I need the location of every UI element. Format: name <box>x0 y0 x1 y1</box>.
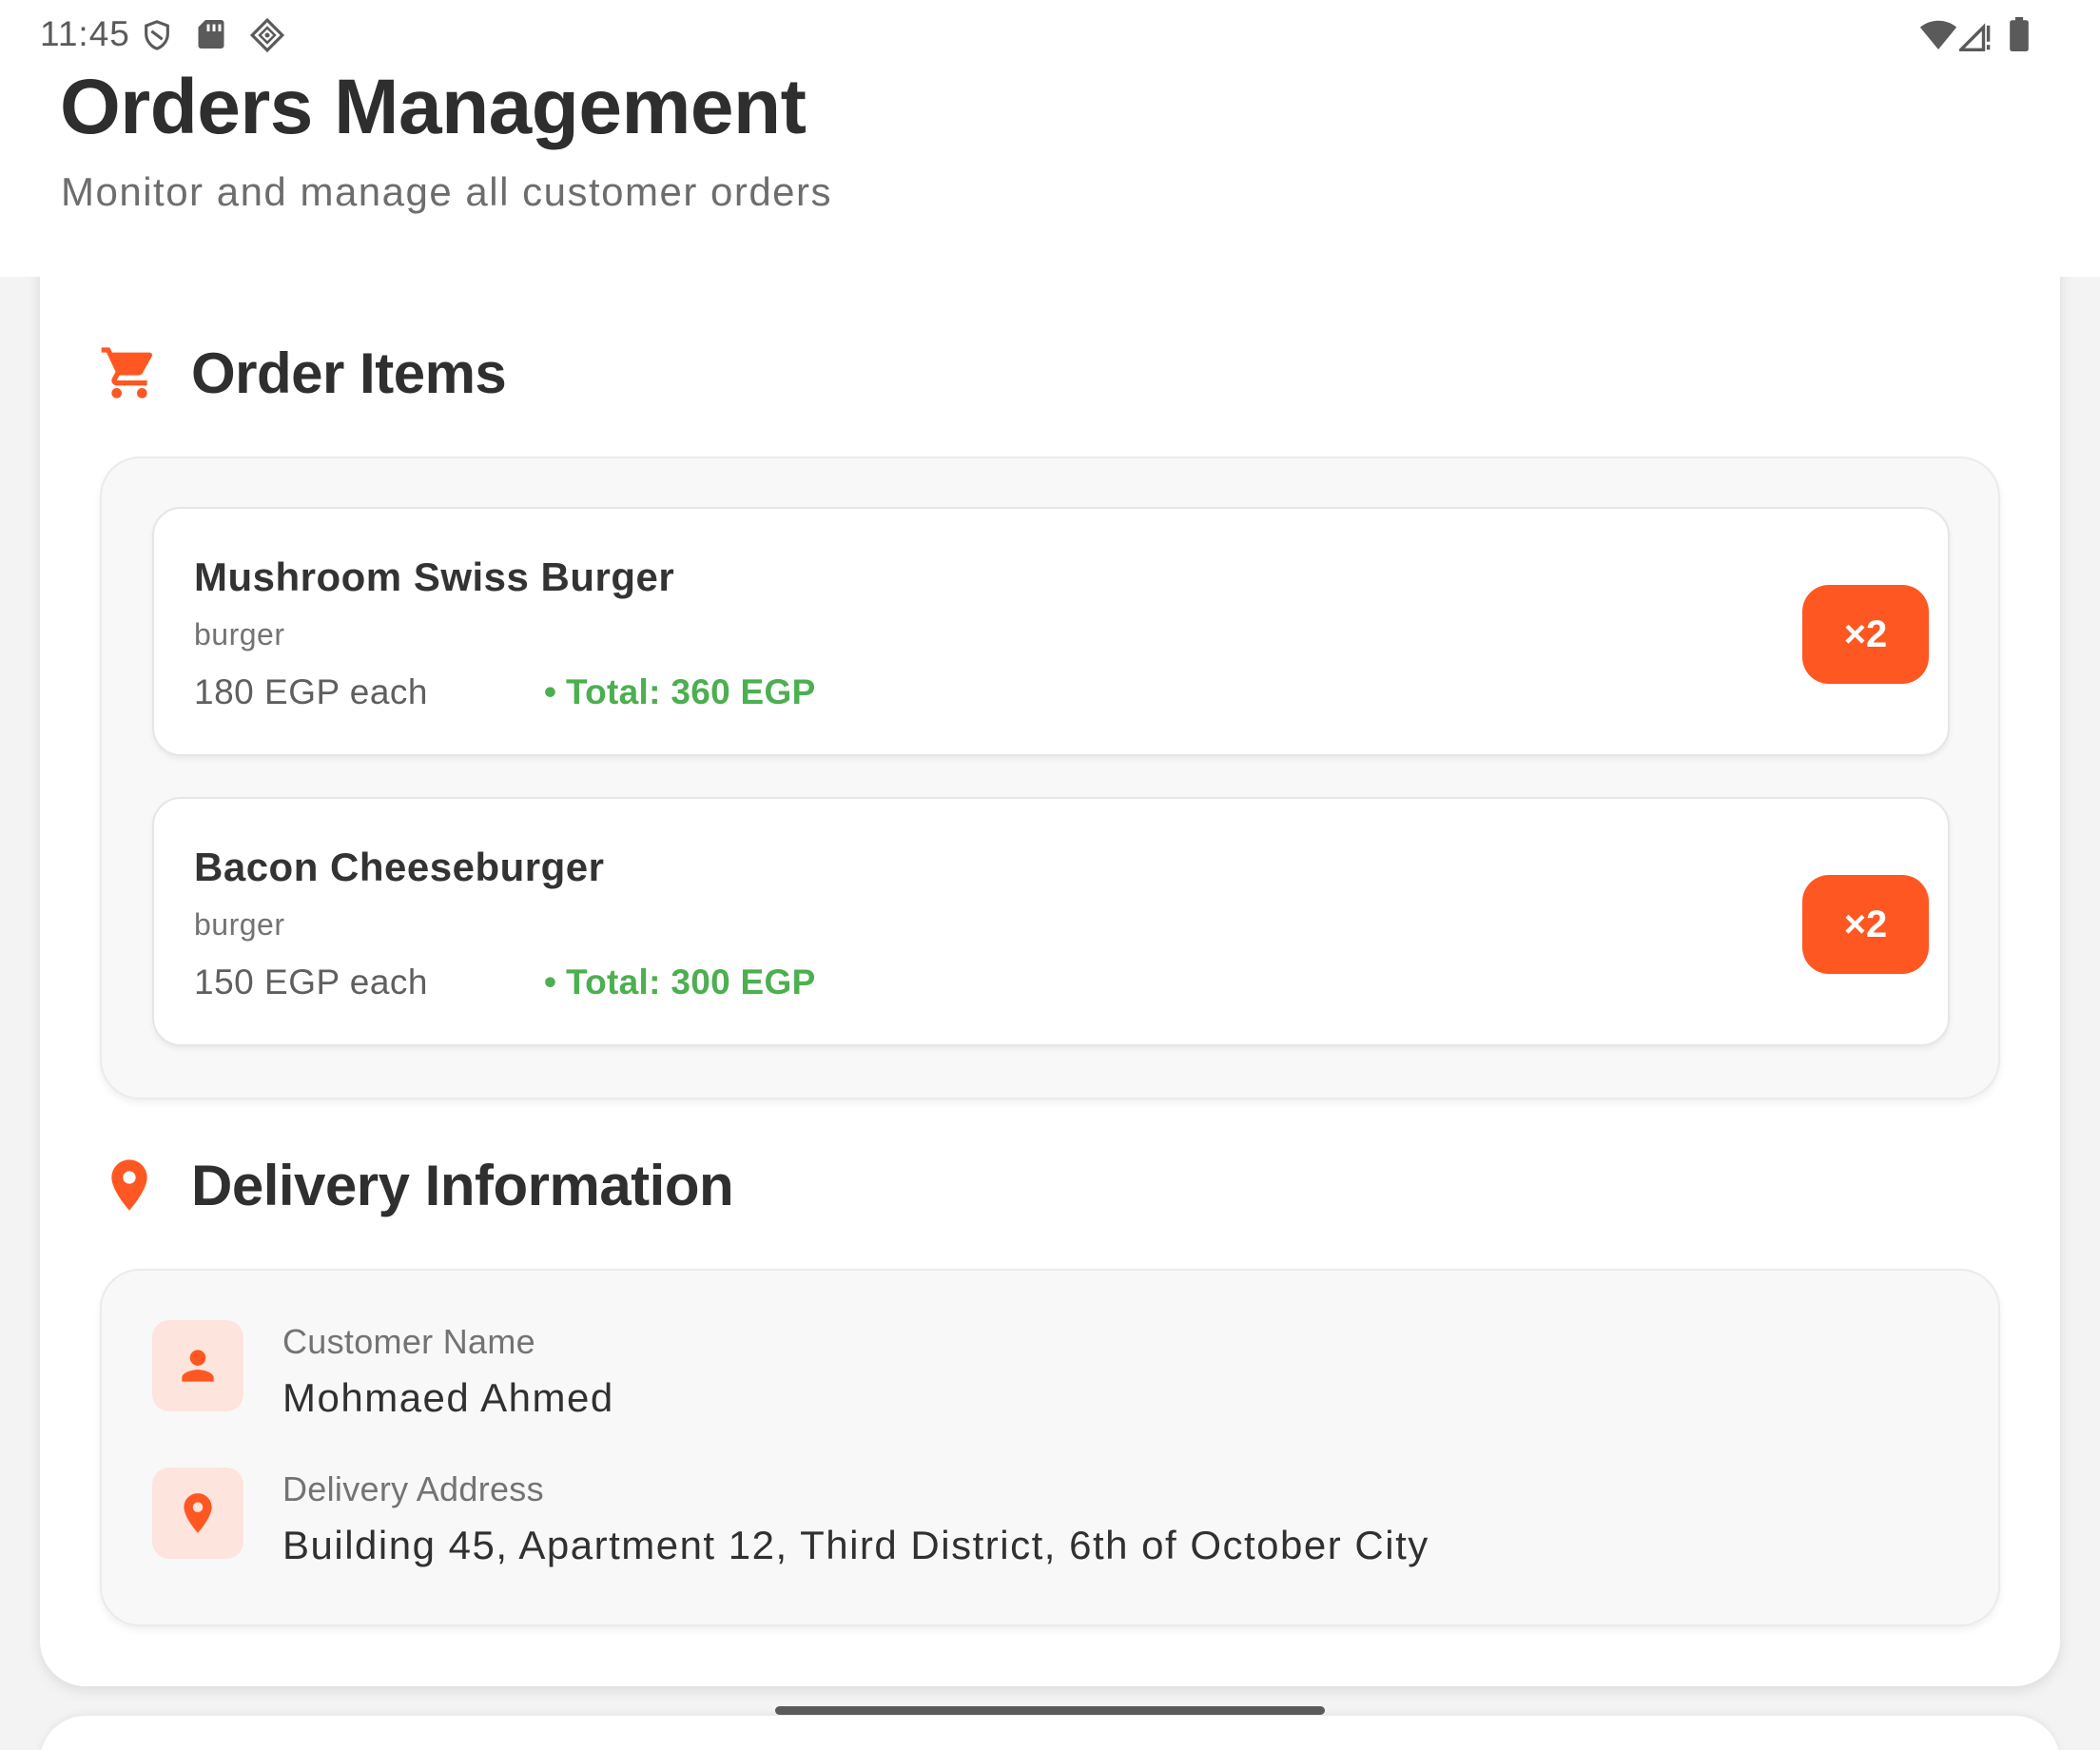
page-subtitle: Monitor and manage all customer orders <box>61 169 833 214</box>
item-separator: • <box>544 962 556 1001</box>
item-category: burger <box>194 907 285 942</box>
delivery-info-panel: Customer Name Mohmaed Ahmed Delivery Add… <box>100 1269 2000 1626</box>
order-item[interactable]: Mushroom Swiss Burger burger 180 EGP eac… <box>152 507 1950 756</box>
delivery-info-header: Delivery Information <box>40 1145 2060 1221</box>
order-items-panel: Mushroom Swiss Burger burger 180 EGP eac… <box>100 457 2000 1099</box>
next-card-peek <box>40 1716 2060 1750</box>
delivery-address-value: Building 45, Apartment 12, Third Distric… <box>282 1523 1429 1567</box>
quantity-badge: ×2 <box>1802 875 1929 974</box>
customer-icon-box <box>152 1320 243 1411</box>
cast-icon <box>249 17 285 53</box>
item-unit-price: 150 EGP each <box>194 962 428 1001</box>
wifi-icon <box>1919 20 1957 49</box>
sd-card-icon <box>198 20 224 49</box>
customer-name-label: Customer Name <box>282 1322 535 1361</box>
order-item[interactable]: Bacon Cheeseburger burger 150 EGP each •… <box>152 797 1950 1046</box>
location-pin-icon <box>111 1159 147 1211</box>
location-pin-icon <box>184 1493 212 1533</box>
status-bar: 11:45 <box>0 0 2100 67</box>
item-name: Bacon Cheeseburger <box>194 845 605 889</box>
home-indicator[interactable] <box>775 1706 1325 1715</box>
delivery-info-title: Delivery Information <box>191 1154 734 1217</box>
order-items-header: Order Items <box>40 333 2060 409</box>
item-name: Mushroom Swiss Burger <box>194 554 675 599</box>
delivery-address-row: Delivery Address Building 45, Apartment … <box>152 1468 1959 1572</box>
app-header: 11:45 Orders Management Monitor and mana… <box>0 0 2100 277</box>
person-icon <box>182 1350 214 1382</box>
address-icon-box <box>152 1468 243 1559</box>
shield-icon <box>145 20 169 50</box>
order-details-card: Order Items Mushroom Swiss Burger burger… <box>40 190 2060 1686</box>
item-separator: • <box>544 672 556 711</box>
signal-icon <box>1959 23 1991 51</box>
order-items-title: Order Items <box>191 341 507 405</box>
item-total: Total: 360 EGP <box>566 672 816 711</box>
item-unit-price: 180 EGP each <box>194 672 428 711</box>
status-time: 11:45 <box>40 14 130 53</box>
customer-name-row: Customer Name Mohmaed Ahmed <box>152 1320 1959 1425</box>
page-title: Orders Management <box>60 64 807 150</box>
item-total: Total: 300 EGP <box>566 962 816 1001</box>
item-category: burger <box>194 617 285 651</box>
quantity-badge: ×2 <box>1802 585 1929 684</box>
delivery-address-label: Delivery Address <box>282 1469 544 1508</box>
cart-icon <box>101 347 153 399</box>
battery-icon <box>2010 17 2029 51</box>
customer-name-value: Mohmaed Ahmed <box>282 1375 614 1420</box>
